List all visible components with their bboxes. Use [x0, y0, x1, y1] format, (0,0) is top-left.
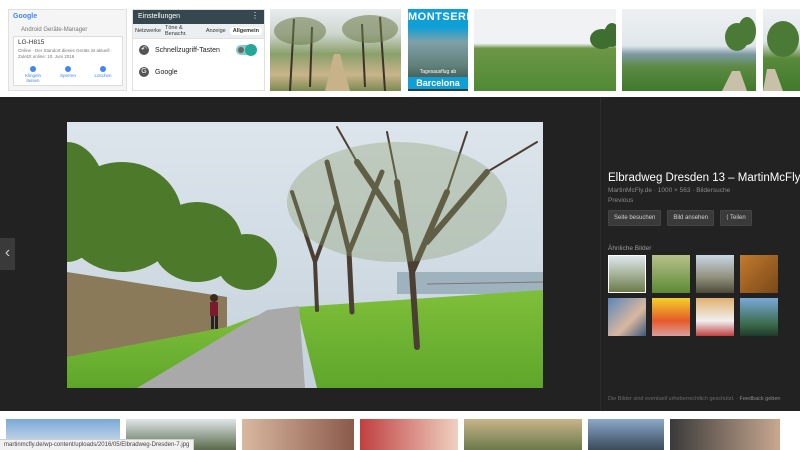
meadow-illustration	[590, 23, 616, 49]
similar-image[interactable]	[740, 255, 778, 293]
similar-image[interactable]	[740, 298, 778, 336]
thumb-river[interactable]	[622, 9, 756, 91]
bottom-thumb[interactable]	[670, 419, 780, 450]
river-illustration	[722, 17, 756, 91]
similar-image[interactable]	[652, 255, 690, 293]
thumb-path[interactable]	[763, 9, 800, 91]
bottom-thumb[interactable]	[360, 419, 458, 450]
gm-action-erase: Löschen	[88, 66, 118, 83]
gm-device-name: LG-H815	[18, 39, 45, 46]
google-logo-text: Google	[13, 13, 38, 20]
tab-anzeige: Anzeige	[205, 28, 226, 34]
share-button[interactable]: ⟨ Teilen	[720, 210, 752, 226]
similar-image[interactable]	[696, 298, 734, 336]
lock-icon	[65, 66, 71, 72]
settings-appbar: Einstellungen ⋮	[133, 10, 264, 24]
elbradweg-photo	[67, 122, 543, 388]
settings-title: Einstellungen	[138, 13, 181, 20]
feedback-link[interactable]: Feedback geben	[739, 396, 780, 402]
tab-toene: Töne & Benachr.	[164, 25, 187, 37]
similar-image[interactable]	[608, 298, 646, 336]
action-buttons: Seite besuchen Bild ansehen ⟨ Teilen	[608, 210, 752, 226]
thumb-einstellungen[interactable]: Einstellungen ⋮ Netzwerke Töne & Benachr…	[132, 9, 265, 91]
tab-netzwerke: Netzwerke	[135, 28, 161, 34]
previous-link[interactable]: Previous	[608, 197, 633, 204]
image-viewer-panel: ‹ Elbradweg Dresden 13 – MartinMcFly.de …	[0, 97, 800, 411]
image-title-link[interactable]: Elbradweg Dresden 13 – MartinMcFly.de	[608, 172, 800, 184]
status-bar-url: martinmcfly.de/wp-content/uploads/2016/0…	[0, 439, 195, 450]
settings-row-label: Schnellzugriff-Tasten	[155, 46, 220, 54]
gm-device-description: Online · Der Standort dieses Geräts ist …	[18, 48, 113, 59]
toggle-knob	[245, 44, 257, 56]
bottom-thumb[interactable]	[588, 419, 664, 450]
ring-icon	[30, 66, 36, 72]
settings-row-google: G Google	[133, 61, 264, 83]
gm-title: Android Geräte-Manager	[21, 27, 88, 33]
path-illustration	[763, 21, 799, 91]
settings-row-schnellzugriff: ↶ Schnellzugriff-Tasten	[133, 39, 264, 61]
thumb-montserrat[interactable]: MONTSERRAT Tagesausflug ab Barcelona	[408, 9, 468, 91]
gm-action-lock: Sperren	[53, 66, 83, 83]
shortcut-arrow-icon: ↶	[139, 45, 149, 55]
visit-page-button[interactable]: Seite besuchen	[608, 210, 662, 226]
bottom-thumb[interactable]	[242, 419, 354, 450]
similar-image[interactable]	[608, 255, 646, 293]
thumb-geraete-manager[interactable]: Google Android Geräte-Manager LG-H815 On…	[8, 9, 127, 91]
person-figure	[210, 294, 218, 329]
montserrat-city: Barcelona	[408, 77, 468, 89]
similar-image[interactable]	[652, 298, 690, 336]
settings-tabs: Netzwerke Töne & Benachr. Anzeige Allgem…	[133, 24, 264, 39]
overflow-menu-icon: ⋮	[251, 11, 259, 20]
google-g-icon: G	[139, 67, 149, 77]
settings-row-label: Google	[155, 68, 178, 76]
image-meta: MartinMcFly.de · 1000 × 563 · Bildersuch…	[608, 187, 731, 194]
top-thumbnail-strip: Google Android Geräte-Manager LG-H815 On…	[0, 0, 800, 97]
bottom-thumb[interactable]	[464, 419, 582, 450]
erase-icon	[100, 66, 106, 72]
similar-image[interactable]	[696, 255, 734, 293]
similar-images-heading: Ähnliche Bilder	[608, 245, 652, 252]
toggle-off-dot	[238, 47, 244, 53]
gm-action-ring: Klingeln lassen	[18, 66, 48, 83]
montserrat-subtitle: Tagesausflug ab	[419, 69, 457, 75]
bottom-thumbnail-strip: martinmcfly.de/wp-content/uploads/2016/0…	[0, 411, 800, 450]
previous-arrow-button[interactable]: ‹	[0, 238, 15, 270]
montserrat-title: MONTSERRAT	[408, 11, 468, 23]
tree-alley-illustration	[274, 15, 398, 91]
toggle-switch	[236, 44, 257, 56]
image-info-panel: Elbradweg Dresden 13 – MartinMcFly.de Ma…	[600, 97, 800, 411]
thumb-tree-alley[interactable]	[270, 9, 401, 91]
gm-actions: Klingeln lassen Sperren Löschen	[18, 66, 118, 83]
copyright-note: Die Bilder sind eventuell urheberrechtli…	[608, 396, 735, 402]
view-image-button[interactable]: Bild ansehen	[667, 210, 715, 226]
tab-allgemein: Allgemein	[229, 27, 262, 35]
main-image[interactable]	[67, 122, 543, 388]
copyright-footer: Die Bilder sind eventuell urheberrechtli…	[608, 396, 781, 402]
thumb-meadow[interactable]	[474, 9, 616, 91]
gm-device-panel: LG-H815 Online · Der Standort dieses Ger…	[13, 36, 123, 86]
